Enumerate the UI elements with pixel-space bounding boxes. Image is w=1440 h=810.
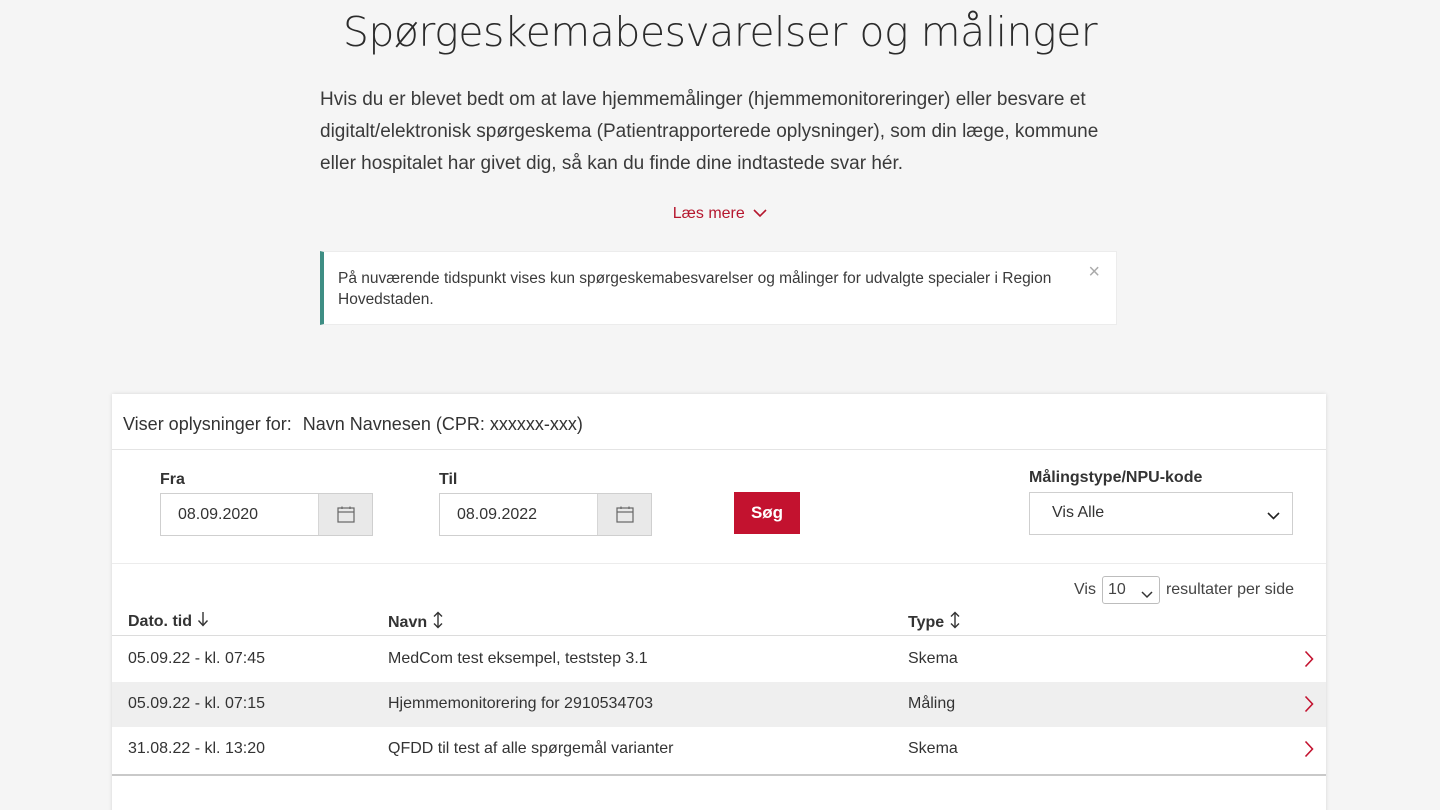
- from-label: Fra: [160, 471, 185, 488]
- row-date: 31.08.22 - kl. 13:20: [128, 740, 265, 757]
- patient-name: Navn Navnesen (CPR: xxxxxx-xxx): [302, 414, 583, 434]
- close-icon[interactable]: ×: [1088, 262, 1100, 282]
- row-name: QFDD til test af alle spørgemål variante…: [388, 740, 674, 757]
- table-row[interactable]: 31.08.22 - kl. 13:20 QFDD til test af al…: [112, 727, 1326, 772]
- per-page-control: Vis 10 resultater per side: [1074, 576, 1294, 604]
- sort-name-header[interactable]: Navn: [388, 611, 444, 634]
- chevron-right-icon[interactable]: [1304, 650, 1314, 673]
- chevron-down-icon: [753, 205, 767, 223]
- sort-down-icon: [197, 611, 209, 632]
- per-page-select[interactable]: 10: [1101, 576, 1160, 604]
- chevron-down-icon: [1267, 507, 1280, 525]
- from-date-input[interactable]: [161, 494, 319, 535]
- per-page-suffix: resultater per side: [1165, 581, 1294, 598]
- card-divider: [112, 774, 1326, 776]
- sort-type-header[interactable]: Type: [908, 611, 961, 634]
- patient-header: Viser oplysninger for: Navn Navnesen (CP…: [112, 394, 1326, 450]
- header-name-label: Navn: [388, 613, 428, 631]
- page: Spørgeskemabesvarelser og målinger Hvis …: [0, 0, 1440, 810]
- per-page-value: 10: [1107, 581, 1126, 598]
- info-notice: På nuværende tidspunkt vises kun spørges…: [320, 251, 1117, 325]
- sort-date-header[interactable]: Dato. tid: [128, 611, 209, 632]
- notice-text: På nuværende tidspunkt vises kun spørges…: [338, 270, 1052, 308]
- results-list: Vis 10 resultater per side Dato. tid Nav…: [112, 563, 1326, 774]
- sort-both-icon: [432, 611, 444, 634]
- row-date: 05.09.22 - kl. 07:15: [128, 695, 265, 712]
- calendar-icon[interactable]: [318, 494, 372, 535]
- type-select[interactable]: Vis Alle: [1029, 492, 1293, 535]
- chevron-right-icon[interactable]: [1304, 695, 1314, 718]
- header-type-label: Type: [908, 613, 945, 631]
- row-type: Skema: [908, 650, 958, 667]
- sort-both-icon: [949, 611, 961, 634]
- results-card: Viser oplysninger for: Navn Navnesen (CP…: [112, 394, 1326, 810]
- table-header: Dato. tid Navn Type: [112, 607, 1326, 636]
- table-row[interactable]: 05.09.22 - kl. 07:45 MedCom test eksempe…: [112, 637, 1326, 682]
- search-button[interactable]: Søg: [734, 492, 800, 534]
- chevron-down-icon: [1141, 586, 1153, 604]
- row-type: Skema: [908, 740, 958, 757]
- type-label: Målingstype/NPU-kode: [1029, 469, 1203, 486]
- page-title: Spørgeskemabesvarelser og målinger: [342, 8, 1098, 56]
- type-select-value: Vis Alle: [1052, 504, 1105, 521]
- header-date-label: Dato. tid: [128, 612, 192, 630]
- from-date-field: [160, 493, 373, 536]
- intro-text: Hvis du er blevet bedt om at lave hjemme…: [320, 89, 1099, 174]
- per-page-prefix: Vis: [1074, 581, 1096, 598]
- calendar-icon[interactable]: [597, 494, 651, 535]
- read-more-label: Læs mere: [672, 205, 745, 223]
- to-date-input[interactable]: [440, 494, 598, 535]
- chevron-right-icon[interactable]: [1304, 740, 1314, 763]
- row-name: Hjemmemonitorering for 2910534703: [388, 695, 654, 712]
- table-row[interactable]: 05.09.22 - kl. 07:15 Hjemmemonitorering …: [112, 682, 1326, 727]
- filter-bar: Fra Til Søg Målingstype/NPU-kode Vis All…: [112, 451, 1326, 563]
- viewing-label: Viser oplysninger for:: [123, 414, 292, 434]
- row-type: Måling: [908, 695, 956, 712]
- row-name: MedCom test eksempel, teststep 3.1: [388, 650, 648, 667]
- to-date-field: [439, 493, 652, 536]
- to-label: Til: [439, 471, 458, 488]
- row-date: 05.09.22 - kl. 07:45: [128, 650, 265, 667]
- read-more-link[interactable]: Læs mere: [0, 205, 1440, 223]
